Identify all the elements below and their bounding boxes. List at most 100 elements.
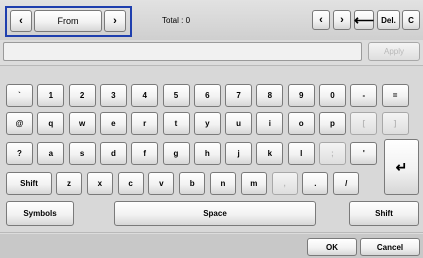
enter-icon: ↵ — [395, 158, 408, 175]
key-label: p — [330, 119, 335, 128]
backspace-button[interactable]: ⟵ — [354, 10, 374, 30]
key-row2-9[interactable]: o — [287, 112, 315, 135]
key-row2-2[interactable]: w — [68, 112, 96, 135]
prev-left-button[interactable]: ‹ — [10, 10, 32, 32]
key-row3-4[interactable]: f — [131, 142, 159, 165]
key-row1-6[interactable]: 6 — [193, 84, 221, 107]
key-row3-3[interactable]: d — [99, 142, 127, 165]
key-label: q — [48, 119, 54, 128]
key-row1-0[interactable]: ` — [6, 84, 33, 107]
clear-button[interactable]: C — [402, 10, 420, 30]
key-row3-1[interactable]: a — [37, 142, 65, 165]
key-row4-2[interactable]: c — [117, 172, 144, 195]
key-row1-11[interactable]: - — [350, 84, 378, 107]
cancel-button[interactable]: Cancel — [360, 238, 420, 256]
apply-button[interactable]: Apply — [368, 42, 420, 61]
prev-right-button[interactable]: › — [104, 10, 126, 32]
key-row3-8[interactable]: k — [256, 142, 284, 165]
key-row4-3[interactable]: v — [148, 172, 175, 195]
key-label: n — [220, 179, 226, 188]
key-row2-10[interactable]: p — [319, 112, 346, 135]
text-input-field[interactable] — [3, 42, 362, 61]
key-label: k — [267, 149, 273, 158]
delete-button[interactable]: Del. — [377, 10, 400, 30]
key-label: z — [67, 179, 71, 188]
key-row4-9[interactable]: / — [333, 172, 360, 195]
cursor-right-button[interactable]: › — [333, 10, 351, 30]
key-row2-11[interactable]: [ — [350, 112, 378, 135]
chevron-left-icon: ‹ — [19, 15, 23, 27]
key-label: = — [392, 91, 398, 100]
key-row2-5[interactable]: t — [162, 112, 190, 135]
key-row4-8[interactable]: . — [302, 172, 329, 195]
space-label: Space — [203, 209, 227, 218]
key-label: ' — [362, 149, 365, 158]
chevron-right-icon: › — [340, 14, 344, 26]
key-row1-10[interactable]: 0 — [319, 84, 346, 107]
key-label: - — [362, 91, 366, 100]
key-row3-10[interactable]: ; — [319, 142, 346, 165]
key-row3-9[interactable]: l — [287, 142, 315, 165]
key-label: 4 — [142, 91, 147, 100]
key-row2-12[interactable]: ] — [381, 112, 409, 135]
key-label: , — [283, 179, 286, 188]
key-row1-9[interactable]: 9 — [287, 84, 315, 107]
delete-label: Del. — [381, 15, 396, 25]
key-row4-7[interactable]: , — [271, 172, 298, 195]
key-label: e — [111, 119, 116, 128]
key-label: l — [300, 149, 303, 158]
key-row4-1[interactable]: x — [86, 172, 113, 195]
key-label: ? — [17, 149, 22, 158]
key-row3-5[interactable]: g — [162, 142, 190, 165]
total-count: Total : 0 — [162, 16, 191, 25]
key-row4-4[interactable]: b — [179, 172, 206, 195]
key-row2-6[interactable]: y — [193, 112, 221, 135]
key-row1-12[interactable]: = — [381, 84, 409, 107]
key-row1-2[interactable]: 2 — [68, 84, 96, 107]
key-row2-3[interactable]: e — [99, 112, 127, 135]
key-row4-6[interactable]: m — [240, 172, 267, 195]
key-row1-8[interactable]: 8 — [256, 84, 284, 107]
key-label: s — [79, 149, 85, 158]
key-label: v — [159, 179, 164, 188]
key-row2-1[interactable]: q — [37, 112, 65, 135]
key-label: 2 — [79, 91, 85, 100]
key-row3-6[interactable]: h — [193, 142, 221, 165]
shift-left-key[interactable]: Shift — [6, 172, 52, 195]
key-label: 6 — [205, 91, 210, 100]
space-key[interactable]: Space — [114, 201, 316, 226]
key-row1-1[interactable]: 1 — [37, 84, 65, 107]
symbols-key[interactable]: Symbols — [6, 201, 74, 226]
ok-button[interactable]: OK — [307, 238, 357, 256]
key-label: y — [205, 119, 210, 128]
from-button[interactable]: From — [34, 10, 102, 32]
key-row4-5[interactable]: n — [210, 172, 236, 195]
key-row1-4[interactable]: 4 — [131, 84, 159, 107]
key-row2-0[interactable]: @ — [6, 112, 33, 135]
key-row2-8[interactable]: i — [256, 112, 284, 135]
key-label: 0 — [330, 91, 335, 100]
key-row2-7[interactable]: u — [225, 112, 253, 135]
key-row3-0[interactable]: ? — [6, 142, 33, 165]
chevron-left-icon: ‹ — [319, 14, 323, 26]
shift-right-key[interactable]: Shift — [349, 201, 419, 226]
enter-key[interactable]: ↵ — [384, 139, 419, 195]
key-label: h — [204, 149, 210, 158]
key-row3-7[interactable]: j — [225, 142, 253, 165]
key-label: ` — [18, 91, 21, 100]
key-row2-4[interactable]: r — [131, 112, 159, 135]
key-label: a — [48, 149, 54, 158]
key-row1-3[interactable]: 3 — [99, 84, 127, 107]
key-row3-2[interactable]: s — [68, 142, 96, 165]
key-row3-11[interactable]: ' — [350, 142, 378, 165]
backspace-arrow-icon: ⟵ — [353, 12, 375, 28]
clear-label: C — [408, 15, 414, 25]
key-row4-0[interactable]: z — [56, 172, 82, 195]
key-label: u — [236, 119, 242, 128]
key-row1-5[interactable]: 5 — [162, 84, 190, 107]
shift-left-label: Shift — [20, 179, 38, 188]
key-label: m — [250, 179, 258, 188]
key-label: g — [173, 149, 179, 158]
cursor-left-button[interactable]: ‹ — [312, 10, 330, 30]
key-row1-7[interactable]: 7 — [225, 84, 253, 107]
